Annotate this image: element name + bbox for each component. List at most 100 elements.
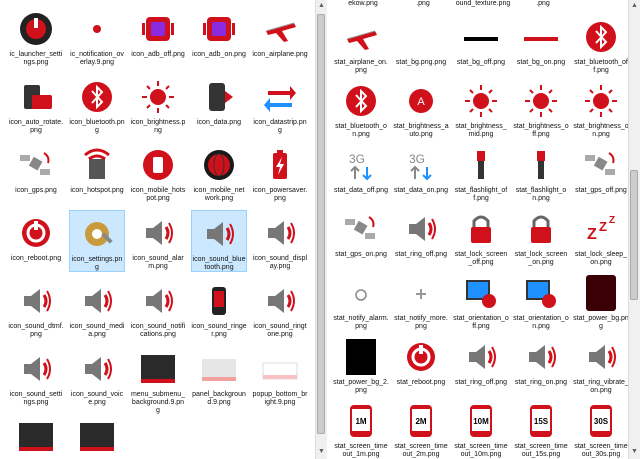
blank-icon: [401, 17, 441, 57]
file-item[interactable]: stat_bg.png.png: [393, 14, 449, 72]
file-name: stat_power_bg_2.png: [333, 379, 389, 394]
file-name: stat_brightness_auto.png: [393, 123, 449, 138]
file-item[interactable]: stat_power_bg_2.png: [333, 334, 389, 394]
file-item[interactable]: stat_orientation_off.png: [453, 270, 509, 330]
file-item[interactable]: stat_orientation_on.png: [513, 270, 569, 330]
speaker-settings-icon: [16, 349, 56, 389]
file-item[interactable]: stat_gps_off.png: [573, 142, 628, 200]
file-item[interactable]: icon_sound_ringtone.png: [252, 278, 308, 340]
file-item[interactable]: icon_gps.png: [8, 142, 64, 204]
file-name: icon_hotspot.png: [70, 187, 124, 194]
file-name: stat_notify_alarm.png: [333, 315, 389, 330]
file-item[interactable]: Astat_brightness_auto.png: [393, 78, 449, 138]
file-item[interactable]: icon_bluetooth.png: [69, 74, 125, 136]
file-item[interactable]: icon_sound_display.png: [252, 210, 308, 272]
file-item[interactable]: icon_reboot.png: [8, 210, 64, 272]
file-name: stat_ring_off.png: [394, 251, 448, 258]
file-item[interactable]: icon_auto_rotate.png: [8, 74, 64, 136]
file-item[interactable]: 30S stat_screen_timeout_30s.png: [573, 398, 628, 458]
file-item[interactable]: icon_sound_settings.png: [8, 346, 64, 408]
file-item[interactable]: stat_ring_vibrate_on.png: [573, 334, 628, 394]
file-item[interactable]: icon_data.png: [191, 74, 247, 136]
file-item[interactable]: stat_bluetooth_off.png: [573, 14, 628, 74]
speaker-notification-icon: [138, 281, 178, 321]
file-item[interactable]: icon_sound_media.png: [69, 278, 125, 340]
file-item[interactable]: stat_ring_on.png: [513, 334, 569, 392]
right-scrollbar[interactable]: ▲ ▼: [628, 0, 640, 459]
file-item[interactable]: icon_airplane.png: [252, 6, 308, 68]
power-red-icon: [16, 9, 56, 49]
file-item[interactable]: 3G stat_data_off.png: [333, 142, 389, 200]
file-item[interactable]: Z Z Zstat_lock_sleep_on.png: [573, 206, 628, 266]
file-item[interactable]: stat_notify_alarm.png: [333, 270, 389, 330]
file-item[interactable]: stat_brightness_off.png: [513, 78, 569, 138]
file-item[interactable]: stat_notify_more.png: [393, 270, 449, 330]
file-item[interactable]: icon_brightness.png: [130, 74, 186, 136]
scrollbar-thumb[interactable]: [317, 14, 325, 434]
file-item[interactable]: stat_ring_off.png: [393, 206, 449, 264]
file-name: .png: [416, 0, 430, 7]
scrollbar-thumb[interactable]: [630, 170, 638, 300]
file-item[interactable]: menu_submenu_background.9.png: [130, 346, 186, 414]
file-item[interactable]: icon_sound_ringer.png: [191, 278, 247, 340]
file-item[interactable]: icon_sound_notifications.png: [130, 278, 186, 340]
file-item[interactable]: stat_flashlight_off.png: [453, 142, 509, 202]
scroll-up-arrow[interactable]: ▲: [317, 0, 326, 12]
file-name: icon_sound_voice.png: [70, 391, 124, 406]
file-item[interactable]: icon_sound_alarm.png: [130, 210, 186, 272]
file-item[interactable]: popup_bottom_bright.9.png: [252, 346, 308, 408]
file-item[interactable]: stat_bg_on.png: [513, 14, 569, 72]
file-item[interactable]: [8, 414, 64, 459]
file-item[interactable]: icon_mobile_hotspot.png: [130, 142, 186, 204]
file-item[interactable]: icon_sound_dtmf.png: [8, 278, 64, 340]
file-item[interactable]: stat_brightness_mid.png: [453, 78, 509, 138]
file-item[interactable]: icon_settings.png: [69, 210, 125, 272]
file-item[interactable]: 3G stat_data_on.png: [393, 142, 449, 200]
file-item[interactable]: icon_hotspot.png: [69, 142, 125, 204]
file-item[interactable]: stat_bg_off.png: [453, 14, 509, 72]
file-item[interactable]: stat_brightness_on.png: [573, 78, 628, 138]
file-item[interactable]: stat_power_bg.png: [573, 270, 628, 330]
flashlight-icon: [521, 145, 561, 185]
file-item[interactable]: icon_adb_off.png: [130, 6, 186, 68]
scroll-down-arrow[interactable]: ▼: [317, 446, 326, 458]
file-item[interactable]: panel_background.9.png: [191, 346, 247, 408]
file-item[interactable]: stat_lock_screen_off.png: [453, 206, 509, 266]
file-item[interactable]: stat_bluetooth_on.png: [333, 78, 389, 138]
scroll-up-arrow[interactable]: ▲: [630, 0, 639, 12]
file-item[interactable]: stat_gps_on.png: [333, 206, 389, 264]
file-item[interactable]: icon_sound_voice.png: [69, 346, 125, 408]
file-item[interactable]: icon_adb_on.png: [191, 6, 247, 68]
file-item[interactable]: stat_flashlight_on.png: [513, 142, 569, 202]
file-name: icon_reboot.png: [10, 255, 62, 262]
file-item[interactable]: stat_airplane_on.png: [333, 14, 389, 74]
file-name: menu_submenu_background.9.png: [130, 391, 186, 414]
file-item[interactable]: 15S stat_screen_timeout_15s.png: [513, 398, 569, 458]
file-item[interactable]: stat_reboot.png: [393, 334, 449, 392]
file-name: ic_notification_overlay.9.png: [70, 51, 124, 66]
speaker-dtmf-icon: [16, 281, 56, 321]
file-item[interactable]: ic_launcher_settings.png: [8, 6, 64, 68]
file-item[interactable]: stat_ring_off.png: [453, 334, 509, 392]
bluetooth-icon: [341, 81, 381, 121]
file-item[interactable]: icon_datastrip.png: [252, 74, 308, 136]
file-item[interactable]: [69, 414, 125, 459]
file-item[interactable]: 2M stat_screen_timeout_2m.png: [393, 398, 449, 458]
file-item[interactable]: stat_lock_screen_on.png: [513, 206, 569, 266]
file-name: stat_screen_timeout_15s.png: [514, 443, 568, 458]
speaker-music-icon: [260, 281, 300, 321]
file-item[interactable]: 1M stat_screen_timeout_1m.png: [333, 398, 389, 458]
left-scrollbar[interactable]: ▲ ▼: [315, 0, 327, 459]
file-item[interactable]: icon_sound_bluetooth.png: [191, 210, 247, 272]
file-item[interactable]: ic_notification_overlay.9.png: [69, 6, 125, 68]
scroll-down-arrow[interactable]: ▼: [630, 446, 639, 458]
file-name: stat_bg.png.png: [395, 59, 447, 66]
file-name: icon_sound_ringtone.png: [253, 323, 307, 338]
file-item[interactable]: icon_mobile_network.png: [191, 142, 247, 204]
file-item[interactable]: 10M stat_screen_timeout_10m.png: [453, 398, 509, 458]
speaker-icon: [521, 337, 561, 377]
file-name: icon_sound_display.png: [252, 255, 308, 270]
settings-gear-icon: [77, 214, 117, 254]
sun-icon: [138, 77, 178, 117]
file-item[interactable]: icon_powersaver.png: [252, 142, 308, 204]
